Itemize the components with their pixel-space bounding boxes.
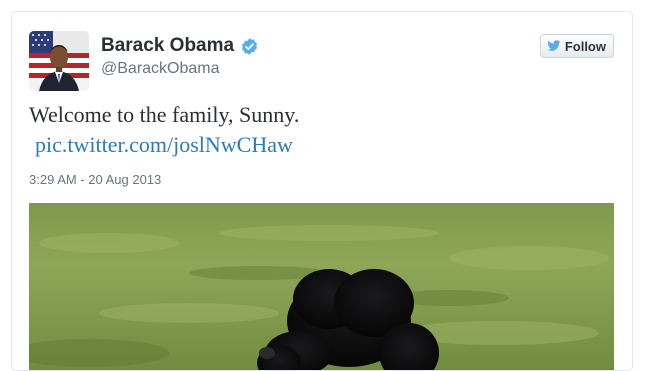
- author-handle[interactable]: @BarackObama: [101, 60, 220, 78]
- twitter-bird-icon: [547, 40, 561, 51]
- follow-button[interactable]: Follow: [539, 34, 614, 58]
- dog-photo-image: [29, 203, 614, 370]
- author-name[interactable]: Barack Obama: [101, 35, 234, 57]
- tweet-body: Welcome to the family, Sunny. pic.twitte…: [29, 100, 299, 160]
- avatar-image: [29, 31, 89, 91]
- tweet-timestamp[interactable]: 3:29 AM - 20 Aug 2013: [29, 172, 161, 187]
- tweet-text: Welcome to the family, Sunny.: [29, 102, 300, 127]
- avatar[interactable]: [29, 31, 89, 91]
- author-name-row[interactable]: Barack Obama: [101, 35, 259, 57]
- verified-badge-icon: [242, 37, 258, 55]
- tweet-card: Barack Obama @BarackObama Follow Welcome…: [11, 11, 633, 371]
- tweet-photo[interactable]: [29, 203, 614, 370]
- tweet-media-link[interactable]: pic.twitter.com/joslNwCHaw: [35, 130, 299, 160]
- follow-button-label: Follow: [564, 38, 606, 54]
